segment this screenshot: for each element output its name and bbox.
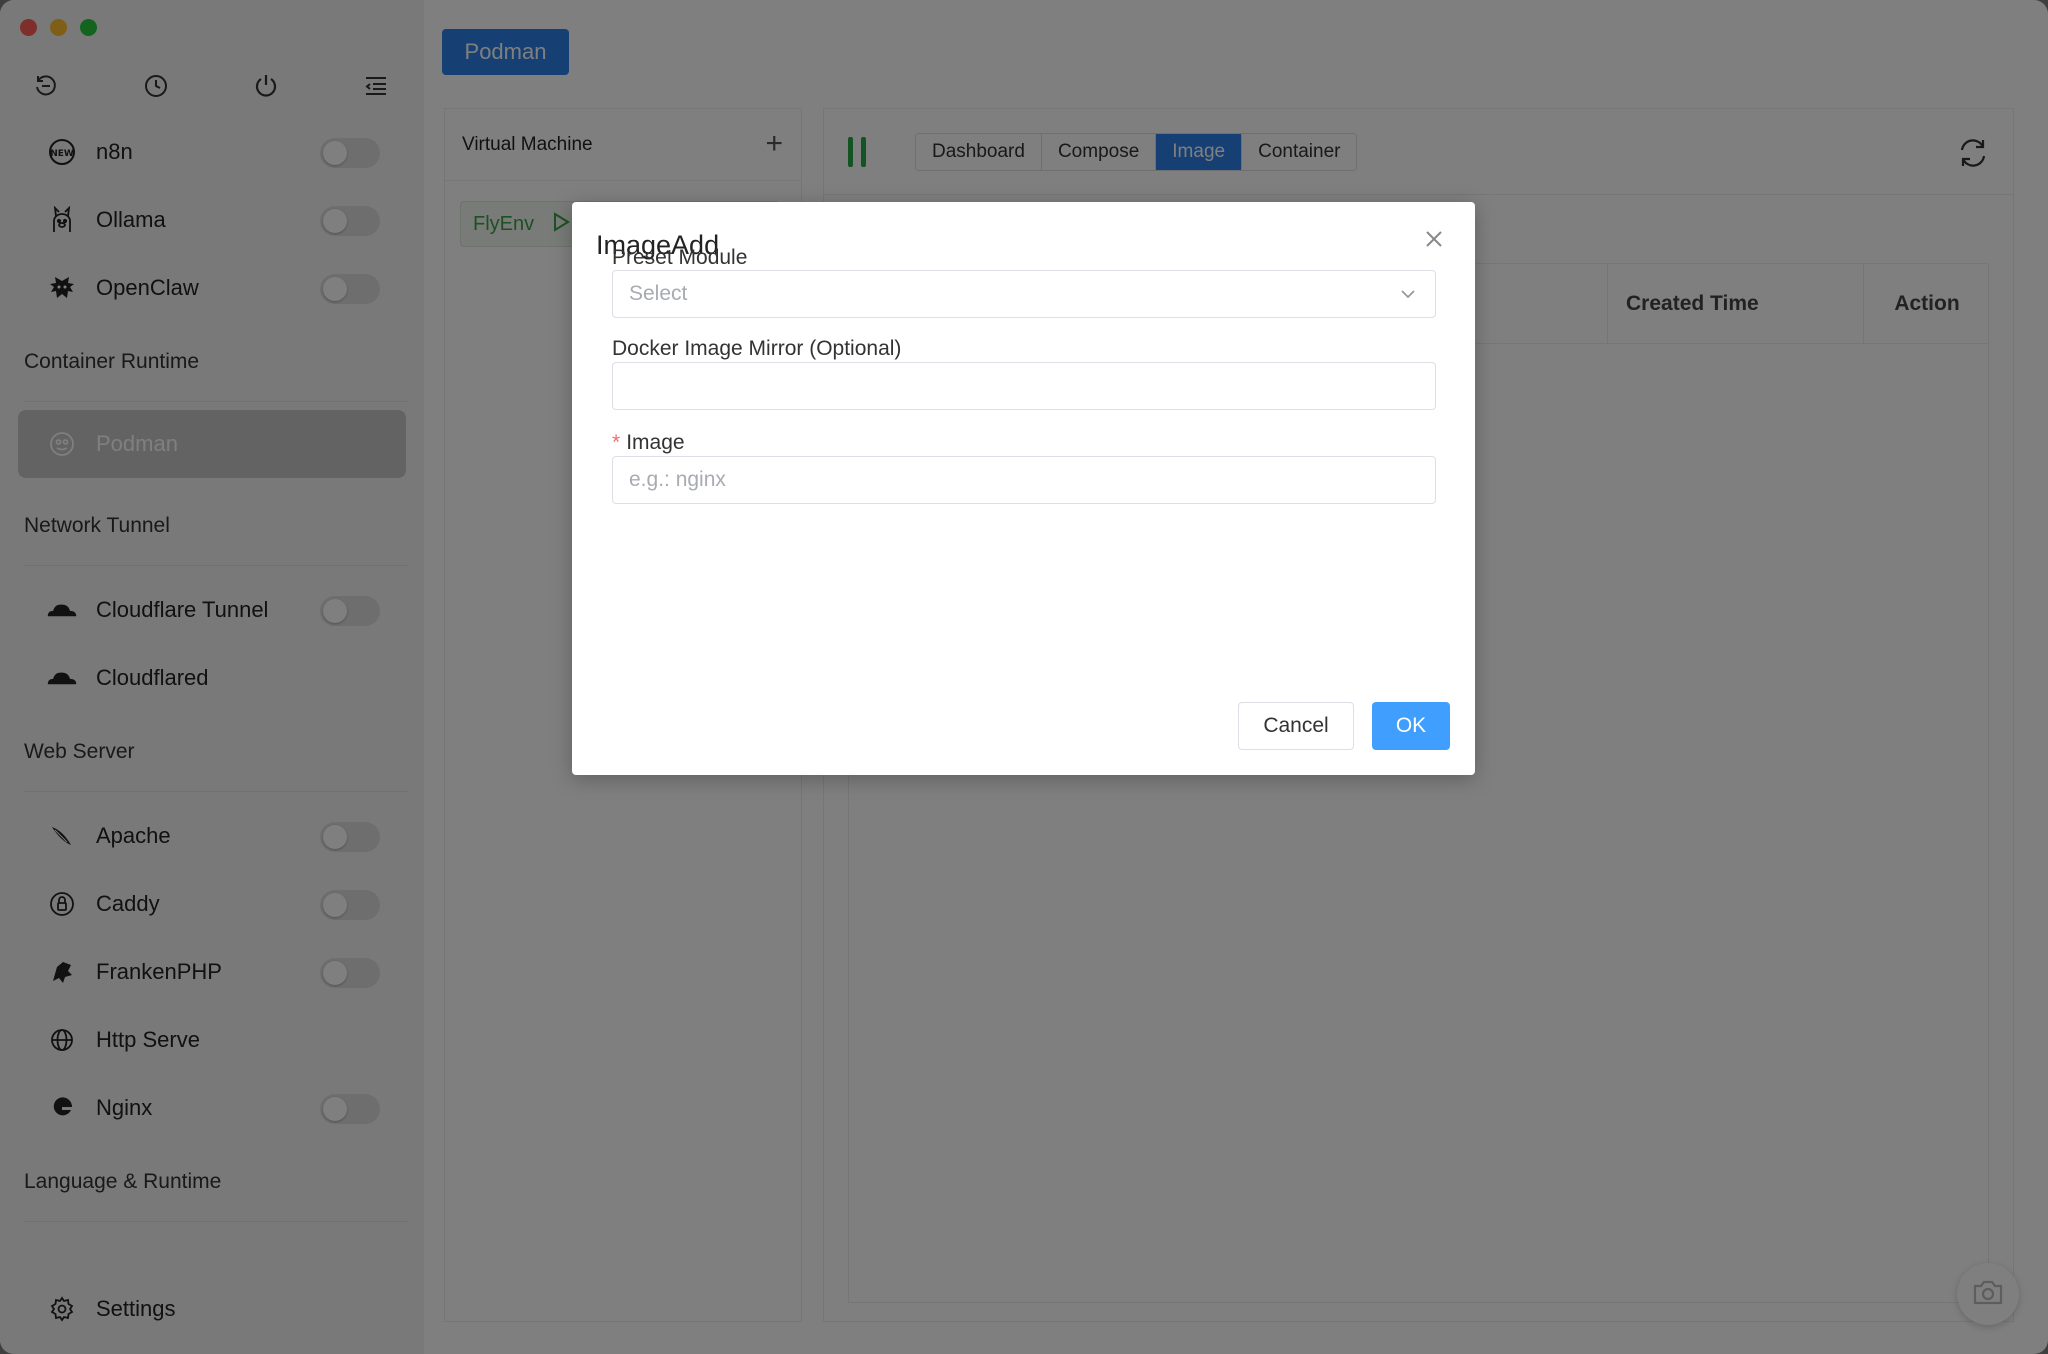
image-input[interactable]: e.g.: nginx <box>612 456 1436 504</box>
image-label-text: Image <box>626 431 685 454</box>
required-mark: * <box>612 431 621 454</box>
preset-module-select[interactable]: Select <box>612 270 1436 318</box>
preset-module-placeholder: Select <box>629 282 688 305</box>
chevron-down-icon <box>1399 285 1417 309</box>
image-label: * Image <box>612 431 685 455</box>
preset-module-label: Preset Module <box>612 246 748 269</box>
docker-mirror-input[interactable] <box>612 362 1436 410</box>
ok-button[interactable]: OK <box>1372 702 1450 750</box>
image-input-placeholder: e.g.: nginx <box>629 468 726 491</box>
image-add-dialog: ImageAdd Preset Module Select Docker Ima… <box>572 202 1475 775</box>
close-icon[interactable] <box>1423 228 1445 250</box>
cancel-button[interactable]: Cancel <box>1238 702 1354 750</box>
docker-mirror-label: Docker Image Mirror (Optional) <box>612 337 902 360</box>
